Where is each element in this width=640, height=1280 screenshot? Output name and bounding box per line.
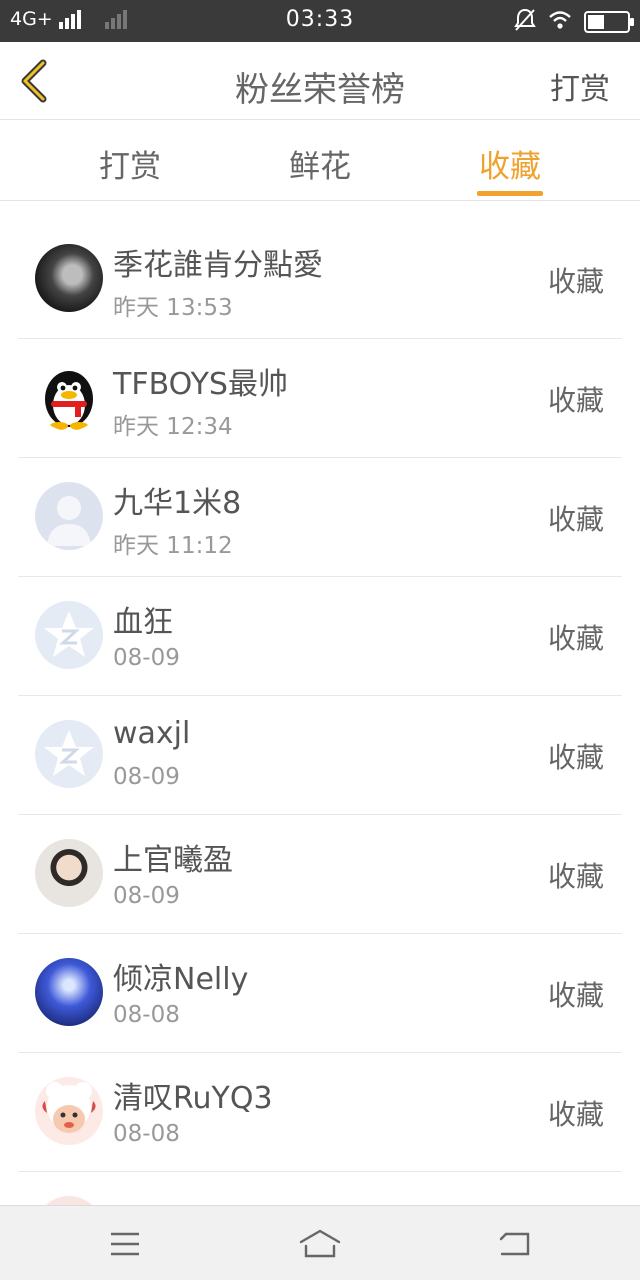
item-time: 08-08 <box>113 1121 180 1147</box>
qzone-star-icon <box>35 601 103 669</box>
user-name: 清叹RuYQ3 <box>113 1081 273 1116</box>
user-name: 季花誰肯分點愛 <box>113 248 323 283</box>
list-item[interactable]: 季花誰肯分點愛 昨天 13:53 收藏 <box>18 220 622 339</box>
action-label: 收藏 <box>547 265 604 298</box>
back-system-button[interactable] <box>495 1226 535 1262</box>
item-time: 08-09 <box>113 883 180 909</box>
mute-icon <box>514 8 536 36</box>
top-nav: 粉丝荣誉榜 打赏 <box>0 42 640 120</box>
wifi-icon <box>548 10 572 34</box>
user-name: 倾凉Nelly <box>113 962 249 997</box>
item-time: 08-09 <box>113 764 180 790</box>
action-label: 收藏 <box>547 384 604 417</box>
menu-icon <box>111 1232 139 1256</box>
item-time: 昨天 12:34 <box>113 414 233 440</box>
item-time: 昨天 11:12 <box>113 533 233 559</box>
status-right <box>514 8 634 36</box>
user-name: 上官曦盈 <box>113 843 233 878</box>
return-icon <box>499 1232 530 1256</box>
default-avatar-icon <box>35 482 103 550</box>
system-nav-bar <box>0 1205 640 1280</box>
fan-list: 季花誰肯分點愛 昨天 13:53 收藏 TFBOYS最帅 昨天 12:34 收藏 <box>18 220 622 1280</box>
page-title: 粉丝荣誉榜 <box>235 70 405 110</box>
list-item[interactable]: waxjl 08-09 收藏 <box>18 696 622 815</box>
tab-flowers[interactable]: 鲜花 <box>260 141 380 186</box>
action-label: 收藏 <box>547 741 604 774</box>
action-label: 收藏 <box>547 979 604 1012</box>
user-name: TFBOYS最帅 <box>113 367 288 402</box>
avatar <box>35 958 103 1026</box>
qq-penguin-icon <box>35 363 103 431</box>
home-icon <box>299 1229 341 1258</box>
item-time: 08-08 <box>113 1002 180 1028</box>
menu-button[interactable] <box>105 1226 145 1262</box>
list-item[interactable]: 清叹RuYQ3 08-08 收藏 <box>18 1053 622 1172</box>
list-item[interactable]: 血狂 08-09 收藏 <box>18 577 622 696</box>
tab-favorites[interactable]: 收藏 <box>450 141 570 186</box>
status-bar: 4G+ 03:33 <box>0 0 640 42</box>
battery-icon <box>584 11 634 33</box>
tab-reward[interactable]: 打赏 <box>70 141 190 186</box>
active-tab-indicator <box>477 191 543 196</box>
sheep-avatar-icon <box>35 1077 103 1145</box>
list-item[interactable]: 倾凉Nelly 08-08 收藏 <box>18 934 622 1053</box>
list-item[interactable]: 九华1米8 昨天 11:12 收藏 <box>18 458 622 577</box>
action-label: 收藏 <box>547 860 604 893</box>
item-time: 08-09 <box>113 645 180 671</box>
qzone-star-icon <box>35 720 103 788</box>
home-button[interactable] <box>297 1226 343 1262</box>
action-label: 收藏 <box>547 622 604 655</box>
reward-button[interactable]: 打赏 <box>550 64 610 108</box>
item-time: 昨天 13:53 <box>113 295 233 321</box>
tab-bar: 打赏 鲜花 收藏 <box>0 121 640 201</box>
list-item[interactable]: TFBOYS最帅 昨天 12:34 收藏 <box>18 339 622 458</box>
action-label: 收藏 <box>547 1098 604 1131</box>
avatar <box>35 839 103 907</box>
user-name: 血狂 <box>113 605 173 640</box>
user-name: 九华1米8 <box>113 486 242 521</box>
action-label: 收藏 <box>547 503 604 536</box>
avatar <box>35 244 103 312</box>
list-item[interactable]: 上官曦盈 08-09 收藏 <box>18 815 622 934</box>
user-name: waxjl <box>113 716 191 751</box>
